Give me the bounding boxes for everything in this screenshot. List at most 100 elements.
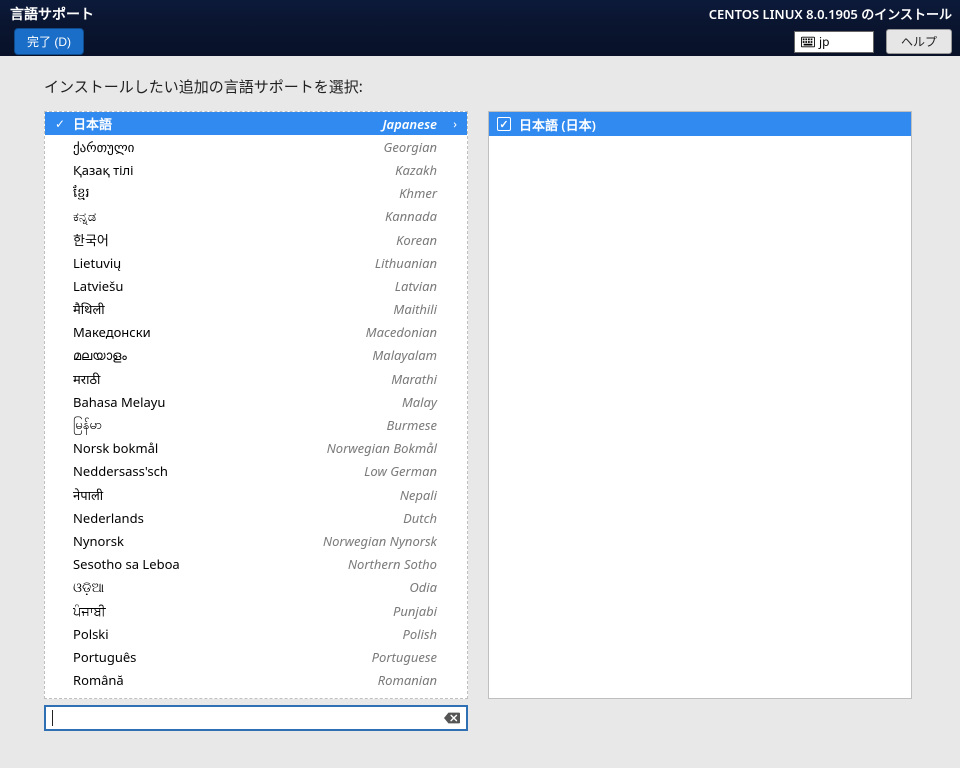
language-row[interactable]: Latviešu Latvian bbox=[45, 274, 467, 297]
language-english: Burmese bbox=[387, 416, 437, 434]
language-native: ಕನ್ನಡ bbox=[73, 207, 377, 225]
language-row[interactable]: ქართული Georgian bbox=[45, 135, 467, 158]
language-english: Nepali bbox=[400, 486, 437, 504]
language-english: Dutch bbox=[403, 509, 437, 527]
language-native: Norsk bokmål bbox=[73, 439, 319, 457]
language-row[interactable]: Português Portuguese bbox=[45, 645, 467, 668]
language-english: Japanese bbox=[383, 115, 437, 133]
language-row[interactable]: ✓日本語Japanese› bbox=[45, 112, 467, 135]
locale-list-panel: ✓ 日本語 (日本) bbox=[488, 111, 912, 699]
language-row[interactable]: മലയാളം Malayalam bbox=[45, 344, 467, 367]
header-right: CENTOS LINUX 8.0.1905 のインストール jp ヘルプ bbox=[709, 4, 952, 54]
language-native: Polski bbox=[73, 625, 394, 643]
language-row[interactable]: ਪੰਜਾਬੀ Punjabi bbox=[45, 599, 467, 622]
keyboard-indicator[interactable]: jp bbox=[794, 31, 874, 53]
language-english: Kazakh bbox=[395, 161, 437, 179]
language-english: Northern Sotho bbox=[348, 555, 437, 573]
language-native: Македонски bbox=[73, 323, 358, 341]
language-native: मराठी bbox=[73, 370, 383, 388]
language-english: Marathi bbox=[391, 370, 437, 388]
language-native: ଓଡ଼ିଆ bbox=[73, 578, 401, 596]
language-row[interactable]: Sesotho sa Leboa Northern Sotho bbox=[45, 553, 467, 576]
language-list-panel: ✓日本語Japanese›ქართულიGeorgianҚазақ тіліKa… bbox=[44, 111, 468, 699]
help-button[interactable]: ヘルプ bbox=[886, 29, 952, 54]
search-input[interactable] bbox=[53, 711, 444, 726]
language-row[interactable]: 한국어 Korean bbox=[45, 228, 467, 251]
language-english: Kannada bbox=[385, 207, 437, 225]
instruction-text: インストールしたい追加の言語サポートを選択: bbox=[44, 76, 916, 97]
language-row[interactable]: NynorskNorwegian Nynorsk bbox=[45, 529, 467, 552]
language-row[interactable]: Қазақ тілі Kazakh bbox=[45, 158, 467, 181]
language-english: Romanian bbox=[378, 671, 437, 689]
language-row[interactable]: ខ្មែរ Khmer bbox=[45, 182, 467, 205]
language-native: 日本語 bbox=[73, 114, 375, 133]
language-native: मैथिली bbox=[73, 300, 385, 318]
language-row[interactable]: नेपाली Nepali bbox=[45, 483, 467, 506]
language-native: Қазақ тілі bbox=[73, 161, 387, 179]
header-bar: 言語サポート 完了 (D) CENTOS LINUX 8.0.1905 のインス… bbox=[0, 0, 960, 56]
language-native: नेपाली bbox=[73, 486, 392, 504]
language-row[interactable]: मैथिली Maithili bbox=[45, 298, 467, 321]
language-english: Maithili bbox=[393, 300, 437, 318]
language-english: Georgian bbox=[384, 138, 437, 156]
locale-label: 日本語 (日本) bbox=[519, 115, 596, 134]
language-list[interactable]: ✓日本語Japanese›ქართულიGeorgianҚазақ тіліKa… bbox=[45, 112, 467, 698]
language-row[interactable]: Norsk bokmål Norwegian Bokmål bbox=[45, 437, 467, 460]
language-english: Odia bbox=[409, 578, 437, 596]
language-native: Latviešu bbox=[73, 277, 387, 295]
language-english: Macedonian bbox=[366, 323, 437, 341]
language-row[interactable]: Neddersass'sch Low German bbox=[45, 460, 467, 483]
language-native: Sesotho sa Leboa bbox=[73, 555, 340, 573]
language-native: 한국어 bbox=[73, 230, 388, 249]
language-native: മലയാളം bbox=[73, 346, 364, 364]
language-row[interactable]: မြန်မာ Burmese bbox=[45, 413, 467, 436]
chevron-right-icon: › bbox=[443, 115, 457, 132]
language-native: Lietuvių bbox=[73, 254, 367, 272]
language-english: Norwegian Bokmål bbox=[327, 439, 437, 457]
language-row[interactable]: मराठी Marathi bbox=[45, 367, 467, 390]
language-english: Norwegian Nynorsk bbox=[323, 532, 437, 550]
language-english: Polish bbox=[402, 625, 437, 643]
language-native: မြန်မာ bbox=[73, 415, 379, 436]
keyboard-code: jp bbox=[819, 33, 829, 50]
language-english: Malayalam bbox=[372, 346, 437, 364]
locale-row[interactable]: ✓ 日本語 (日本) bbox=[489, 112, 911, 136]
language-native: Nederlands bbox=[73, 509, 395, 527]
language-english: Low German bbox=[364, 462, 437, 480]
search-field-wrap[interactable] bbox=[44, 705, 468, 731]
language-row[interactable]: ಕನ್ನಡ Kannada bbox=[45, 205, 467, 228]
keyboard-icon bbox=[801, 36, 815, 48]
language-row[interactable]: Македонски Macedonian bbox=[45, 321, 467, 344]
language-english: Latvian bbox=[395, 277, 437, 295]
language-native: ខ្មែរ bbox=[73, 183, 391, 204]
page-title: 言語サポート bbox=[8, 4, 94, 24]
clear-search-icon[interactable] bbox=[444, 711, 460, 725]
language-english: Korean bbox=[396, 231, 437, 249]
panels: ✓ 日本語 Japanese › ქართული Georgian Қазақ тілі Ka… bbox=[44, 111, 916, 731]
content-area: インストールしたい追加の言語サポートを選択: ✓ 日本語 Japanese › ქართ… bbox=[0, 56, 960, 731]
language-native: Română bbox=[73, 671, 370, 689]
language-native: ਪੰਜਾਬੀ bbox=[73, 602, 385, 620]
header-right-row: jp ヘルプ bbox=[794, 29, 952, 54]
checkbox-icon[interactable]: ✓ bbox=[497, 117, 511, 131]
language-english: Khmer bbox=[399, 184, 437, 202]
language-native: Português bbox=[73, 648, 364, 666]
locale-list[interactable]: ✓ 日本語 (日本) bbox=[489, 112, 911, 136]
language-english: Malay bbox=[402, 393, 437, 411]
language-english: Lithuanian bbox=[375, 254, 437, 272]
language-row[interactable]: Bahasa Melayu Malay bbox=[45, 390, 467, 413]
done-button[interactable]: 完了 (D) bbox=[14, 28, 84, 55]
language-row[interactable]: Nederlands Dutch bbox=[45, 506, 467, 529]
language-row[interactable]: Lietuvių Lithuanian bbox=[45, 251, 467, 274]
language-english: Punjabi bbox=[393, 602, 437, 620]
language-native: Neddersass'sch bbox=[73, 462, 356, 480]
language-english: Portuguese bbox=[372, 648, 437, 666]
left-column: ✓日本語Japanese›ქართულიGeorgianҚазақ тіліKa… bbox=[44, 111, 468, 731]
language-row[interactable]: Polski Polish bbox=[45, 622, 467, 645]
install-title: CENTOS LINUX 8.0.1905 のインストール bbox=[709, 4, 952, 23]
language-native: Bahasa Melayu bbox=[73, 393, 394, 411]
language-native: ქართული bbox=[73, 138, 376, 156]
header-left: 言語サポート 完了 (D) bbox=[8, 4, 94, 55]
language-row[interactable]: ଓଡ଼ିଆ Odia bbox=[45, 576, 467, 599]
language-row[interactable]: Română Romanian bbox=[45, 669, 467, 692]
